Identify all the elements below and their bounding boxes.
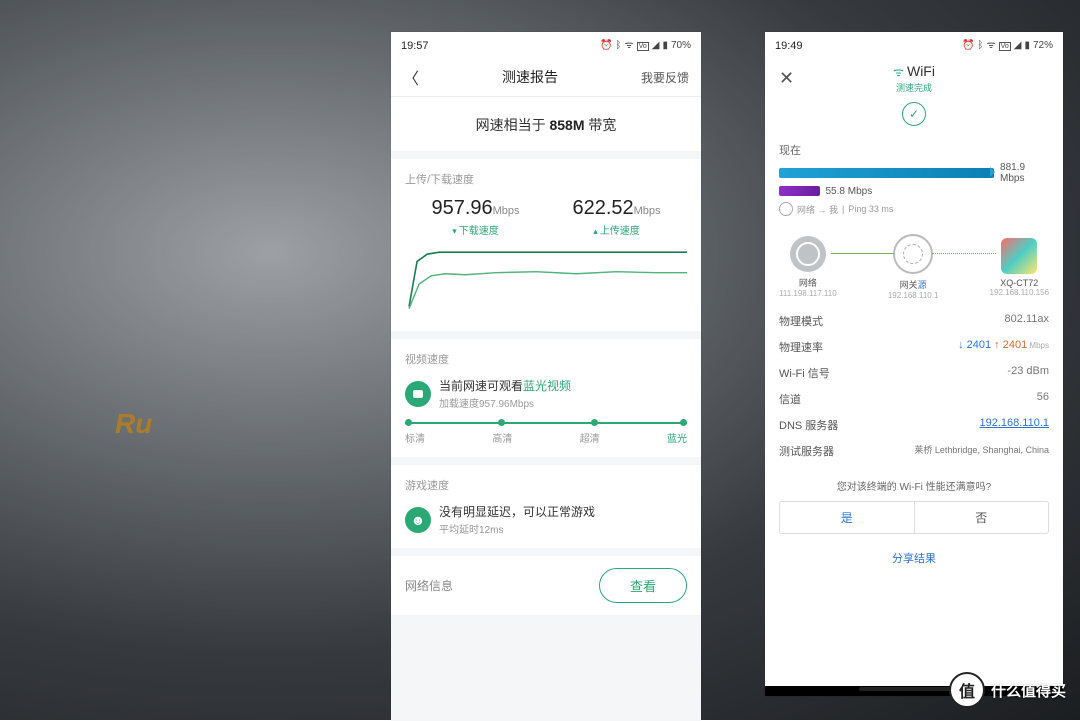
video-quality-labels: 标清 高清 超清 蓝光 <box>405 430 687 445</box>
satisfaction-question: 您对该终端的 Wi-Fi 性能还满意吗? <box>779 478 1049 493</box>
phone-right: 19:49 ⏰ ᛒ ᯤ Vo ◢ ▮ 72% ✕ ᯤWiFi 测速完成 ✓ 现在… <box>765 32 1063 696</box>
game-icon: ☻ <box>405 507 431 533</box>
video-section-label: 视频速度 <box>405 351 687 367</box>
status-bar: 19:57 ⏰ ᛒ ᯤ Vo ◢ ▮ 70% <box>391 32 701 58</box>
device-icon <box>1001 238 1037 274</box>
download-value: 881.9 Mbps <box>1000 162 1049 184</box>
signal-icon: ◢ <box>1014 41 1022 51</box>
wifi-icon: ᯤ <box>986 41 995 51</box>
bluetooth-icon: ᛒ <box>615 41 621 51</box>
node-device: XQ-CT72 192.168.110.156 <box>990 238 1049 297</box>
page-header: 〈 测速报告 我要反馈 <box>391 58 701 97</box>
upload-value: 622.52 <box>572 197 633 219</box>
node-network: 网络 111.198.117.110 <box>779 236 837 298</box>
page-body: 现在 881.9 Mbps 55.8 Mbps 网络 → 我 | Ping 33… <box>765 126 1063 566</box>
down-arrow-icon: ▾ <box>452 226 457 237</box>
no-button[interactable]: 否 <box>915 502 1049 533</box>
upload-block: 622.52Mbps ▴上传速度 <box>572 197 660 237</box>
dns-link[interactable]: 192.168.110.1 <box>979 417 1049 433</box>
clock: 19:57 <box>401 40 429 52</box>
volte-icon: Vo <box>637 42 649 51</box>
kv-channel: 信道56 <box>779 386 1049 412</box>
path-line <box>831 253 894 254</box>
kv-mode: 物理模式802.11ax <box>779 308 1049 334</box>
back-button[interactable]: 〈 <box>403 65 419 89</box>
view-button[interactable]: 查看 <box>599 568 687 603</box>
node-gateway[interactable]: 网关源 192.168.110.1 <box>888 234 939 300</box>
kv-signal: Wi-Fi 信号-23 dBm <box>779 360 1049 386</box>
wifi-icon: ᯤ <box>624 41 633 51</box>
watermark: 值 什么值得买 <box>949 672 1066 708</box>
battery-icon: ▮ <box>1024 41 1030 51</box>
bandwidth-banner: 网速相当于 858M 带宽 <box>391 97 701 151</box>
kv-server: 测试服务器莱桥 Lethbridge, Shanghai, China <box>779 438 1049 464</box>
yes-button[interactable]: 是 <box>780 502 915 533</box>
battery-icon: ▮ <box>662 41 668 51</box>
title-block: ᯤWiFi 测速完成 <box>765 63 1063 94</box>
ping-row: 网络 → 我 | Ping 33 ms <box>779 202 1049 216</box>
game-section-label: 游戏速度 <box>405 477 687 493</box>
up-arrow-icon: ▴ <box>593 226 598 237</box>
gateway-icon <box>893 234 933 274</box>
download-block: 957.96Mbps ▾下载速度 <box>431 197 519 237</box>
watermark-text: 什么值得买 <box>991 680 1066 701</box>
status-icons: ⏰ ᛒ ᯤ Vo ◢ ▮ 72% <box>962 41 1053 51</box>
yes-no-buttons: 是 否 <box>779 501 1049 534</box>
video-card: 视频速度 当前网速可观看蓝光视频 加载速度957.96Mbps 标清 高清 超清… <box>391 339 701 457</box>
network-info-card: 网络信息 查看 <box>391 556 701 615</box>
globe-icon <box>779 202 793 216</box>
bluetooth-icon: ᛒ <box>977 41 983 51</box>
wifi-icon: ᯤ <box>893 65 904 79</box>
alarm-icon: ⏰ <box>600 41 612 51</box>
download-bar <box>779 168 994 178</box>
download-value: 957.96 <box>431 197 492 219</box>
share-link[interactable]: 分享结果 <box>779 550 1049 566</box>
alarm-icon: ⏰ <box>962 41 974 51</box>
globe-icon <box>790 236 826 272</box>
kv-rate: 物理速率↓ 2401 ↑ 2401 Mbps <box>779 334 1049 360</box>
video-icon <box>405 381 431 407</box>
check-icon: ✓ <box>902 102 926 126</box>
watermark-icon: 值 <box>949 672 985 708</box>
clock: 19:49 <box>775 40 803 52</box>
network-path: 网络 111.198.117.110 网关源 192.168.110.1 XQ-… <box>779 234 1049 300</box>
feedback-link[interactable]: 我要反馈 <box>641 69 689 86</box>
signal-icon: ◢ <box>652 41 660 51</box>
speed-chart <box>405 247 687 319</box>
phone-left: 19:57 ⏰ ᛒ ᯤ Vo ◢ ▮ 70% 〈 测速报告 我要反馈 网速相当于… <box>391 32 701 710</box>
status-icons: ⏰ ᛒ ᯤ Vo ◢ ▮ 70% <box>600 41 691 51</box>
speed-section-label: 上传/下载速度 <box>405 171 687 187</box>
path-line-dotted <box>932 253 995 254</box>
status-bar: 19:49 ⏰ ᛒ ᯤ Vo ◢ ▮ 72% <box>765 32 1063 58</box>
volte-icon: Vo <box>999 42 1011 51</box>
upload-bar <box>779 186 820 196</box>
battery-pct: 72% <box>1033 41 1053 51</box>
speed-card: 上传/下载速度 957.96Mbps ▾下载速度 622.52Mbps ▴上传速… <box>391 159 701 331</box>
network-info-label: 网络信息 <box>405 577 453 594</box>
video-quality-track <box>405 422 687 424</box>
page-header: ✕ ᯤWiFi 测速完成 <box>765 58 1063 98</box>
now-label: 现在 <box>779 142 1049 158</box>
page-title: 测速报告 <box>502 67 558 87</box>
game-card: 游戏速度 ☻ 没有明显延迟，可以正常游戏 平均延时12ms <box>391 465 701 548</box>
kv-dns: DNS 服务器192.168.110.1 <box>779 412 1049 438</box>
page-body: 网速相当于 858M 带宽 上传/下载速度 957.96Mbps ▾下载速度 6… <box>391 97 701 721</box>
upload-value: 55.8 Mbps <box>826 186 873 197</box>
battery-pct: 70% <box>671 41 691 51</box>
